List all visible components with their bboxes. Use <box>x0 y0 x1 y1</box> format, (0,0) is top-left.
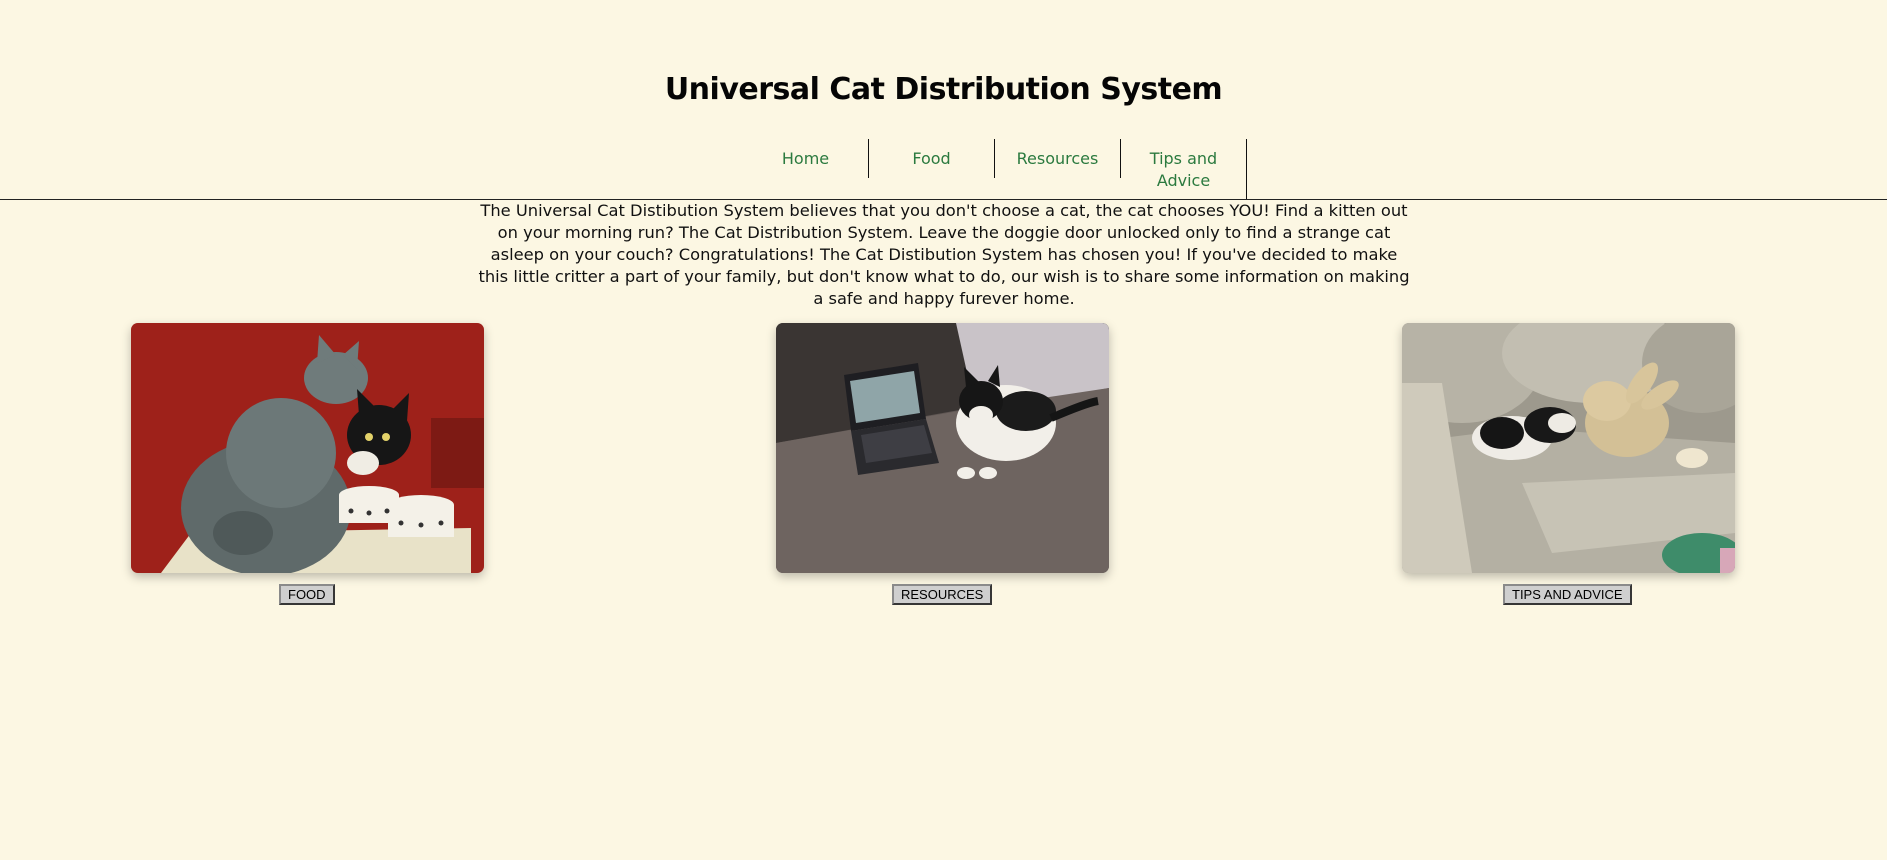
resources-button[interactable]: RESOURCES <box>892 584 993 605</box>
nav-home[interactable]: Home <box>743 139 869 178</box>
tips-card: TIPS AND ADVICE <box>1402 323 1735 605</box>
food-button[interactable]: FOOD <box>279 584 335 605</box>
nav-tips-and-advice[interactable]: Tips and Advice <box>1121 139 1247 199</box>
two-cats-food-bowls-photo <box>131 323 484 573</box>
intro-paragraph: The Universal Cat Distibution System bel… <box>478 201 1410 308</box>
nav-resources[interactable]: Resources <box>995 139 1121 178</box>
main-nav: Home Food Resources Tips and Advice <box>743 139 1247 199</box>
nav-food[interactable]: Food <box>869 139 995 178</box>
tips-and-advice-button[interactable]: TIPS AND ADVICE <box>1503 584 1632 605</box>
food-card: FOOD <box>131 323 484 605</box>
cat-laptop-photo <box>776 323 1109 573</box>
site-title: Universal Cat Distribution System <box>664 72 1223 107</box>
resources-card: RESOURCES <box>776 323 1109 605</box>
cats-couch-plush-photo <box>1402 323 1735 573</box>
